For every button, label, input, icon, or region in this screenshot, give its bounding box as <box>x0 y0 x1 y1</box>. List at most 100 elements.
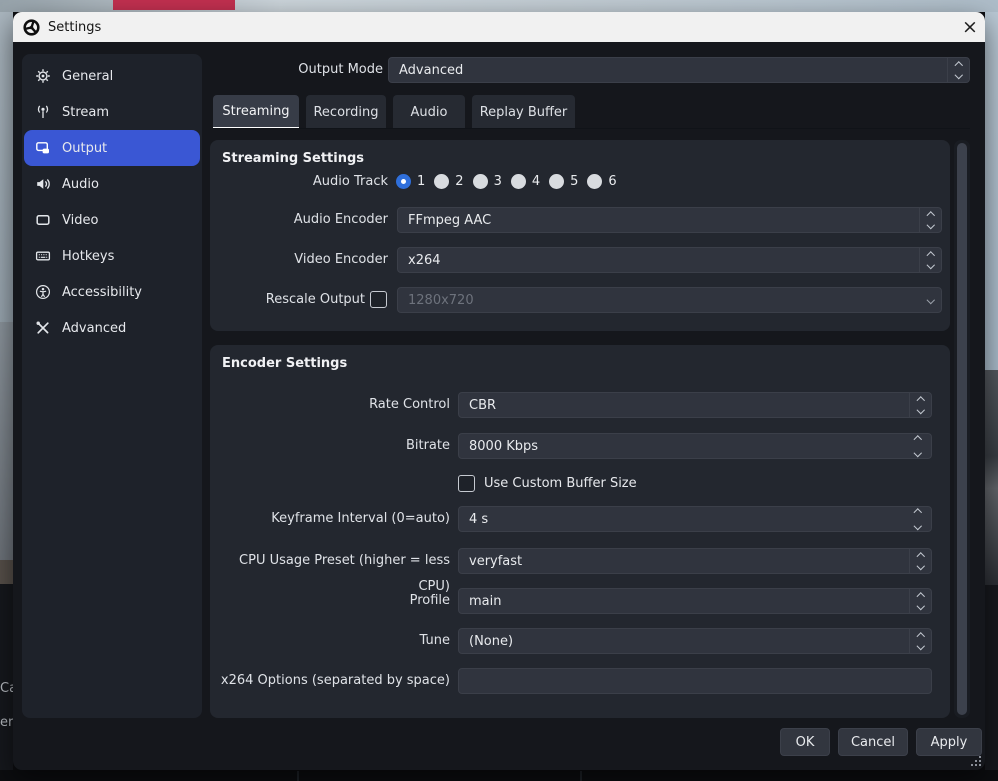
tab-replay-buffer[interactable]: Replay Buffer <box>472 95 575 129</box>
sidebar-item-label: Hotkeys <box>62 249 114 264</box>
desktop-bottom-strip <box>0 770 998 781</box>
bitrate-label: Bitrate <box>214 433 450 459</box>
cpu-preset-label: CPU Usage Preset (higher = less CPU) <box>214 548 450 574</box>
settings-sidebar: General Stream Output Audio <box>22 54 202 718</box>
gear-icon <box>35 68 51 84</box>
streaming-settings-title: Streaming Settings <box>222 151 364 166</box>
radio-label: 1 <box>417 174 425 189</box>
sidebar-item-video[interactable]: Video <box>24 202 200 238</box>
sidebar-item-output[interactable]: Output <box>24 130 200 166</box>
radio-icon <box>473 174 488 189</box>
keyboard-icon <box>35 248 51 264</box>
audio-track-radio-group: 1 2 3 4 5 6 <box>396 174 617 189</box>
sidebar-item-label: Output <box>62 141 107 156</box>
obs-logo-icon <box>23 19 40 36</box>
output-icon <box>35 140 51 156</box>
spinner-arrows-icon[interactable] <box>905 507 931 531</box>
speaker-icon <box>35 176 51 192</box>
keyframe-interval-value: 4 s <box>469 512 488 527</box>
scrollbar-thumb[interactable] <box>957 143 967 715</box>
tab-streaming[interactable]: Streaming <box>213 95 299 129</box>
title-bar: Settings <box>13 12 985 42</box>
radio-icon <box>549 174 564 189</box>
spinner-arrows-icon[interactable] <box>905 434 931 458</box>
audio-encoder-select[interactable]: FFmpeg AAC <box>397 207 942 233</box>
output-mode-value: Advanced <box>399 63 463 78</box>
radio-label: 6 <box>608 174 616 189</box>
desktop-left-mid <box>0 322 13 560</box>
tab-label: Recording <box>313 105 378 120</box>
tune-select[interactable]: (None) <box>458 628 932 654</box>
sidebar-item-label: General <box>62 69 113 84</box>
desktop-red-bar <box>113 0 235 10</box>
background-text-fragment: Ca <box>0 681 14 696</box>
sidebar-item-stream[interactable]: Stream <box>24 94 200 130</box>
tab-label: Streaming <box>222 104 289 119</box>
tools-icon <box>35 320 51 336</box>
radio-label: 2 <box>455 174 463 189</box>
chevron-updown-icon <box>909 393 931 417</box>
settings-dialog: Settings × General Stream Output <box>13 12 985 770</box>
chevron-updown-icon <box>909 629 931 653</box>
tab-recording[interactable]: Recording <box>306 95 386 129</box>
rescale-output-label: Rescale Output <box>210 287 365 313</box>
radio-label: 3 <box>494 174 502 189</box>
dock-separator <box>580 771 582 781</box>
sidebar-item-audio[interactable]: Audio <box>24 166 200 202</box>
apply-button[interactable]: Apply <box>916 728 982 756</box>
rate-control-label: Rate Control <box>214 392 450 418</box>
audio-track-6[interactable]: 6 <box>587 174 616 189</box>
sidebar-item-accessibility[interactable]: Accessibility <box>24 274 200 310</box>
chevron-down-icon <box>920 288 941 312</box>
rescale-resolution-select[interactable]: 1280x720 <box>397 287 942 313</box>
audio-track-4[interactable]: 4 <box>511 174 540 189</box>
output-mode-label: Output Mode <box>210 57 383 83</box>
radio-icon <box>434 174 449 189</box>
monitor-icon <box>35 212 51 228</box>
desktop-right-photo <box>985 370 998 585</box>
sidebar-item-label: Audio <box>62 177 99 192</box>
cpu-preset-select[interactable]: veryfast <box>458 548 932 574</box>
tab-label: Audio <box>411 105 448 120</box>
close-button[interactable]: × <box>955 12 985 42</box>
audio-track-2[interactable]: 2 <box>434 174 463 189</box>
video-encoder-select[interactable]: x264 <box>397 247 942 273</box>
sidebar-item-general[interactable]: General <box>24 58 200 94</box>
window-title: Settings <box>48 20 101 35</box>
radio-label: 5 <box>570 174 578 189</box>
sidebar-item-advanced[interactable]: Advanced <box>24 310 200 346</box>
chevron-updown-icon <box>919 248 941 272</box>
bitrate-spinbox[interactable]: 8000 Kbps <box>458 433 932 459</box>
desktop-left-photo <box>0 560 13 584</box>
accessibility-icon <box>35 284 51 300</box>
audio-track-1[interactable]: 1 <box>396 174 425 189</box>
resize-grip[interactable] <box>969 754 981 766</box>
ok-button[interactable]: OK <box>780 728 830 756</box>
cpu-preset-value: veryfast <box>469 554 522 569</box>
sidebar-item-hotkeys[interactable]: Hotkeys <box>24 238 200 274</box>
keyframe-interval-label: Keyframe Interval (0=auto) <box>214 506 450 532</box>
tune-label: Tune <box>214 628 450 654</box>
x264-options-input[interactable] <box>458 668 932 694</box>
rate-control-select[interactable]: CBR <box>458 392 932 418</box>
chevron-updown-icon <box>909 549 931 573</box>
profile-select[interactable]: main <box>458 588 932 614</box>
tab-audio[interactable]: Audio <box>393 95 465 129</box>
video-encoder-label: Video Encoder <box>210 247 388 273</box>
sidebar-item-label: Video <box>62 213 98 228</box>
custom-buffer-checkbox[interactable] <box>458 475 475 492</box>
profile-value: main <box>469 594 501 609</box>
output-mode-select[interactable]: Advanced <box>388 57 970 83</box>
audio-track-3[interactable]: 3 <box>473 174 502 189</box>
streaming-settings-panel: Streaming Settings Audio Track 1 2 3 4 5… <box>210 140 950 331</box>
radio-selected-icon <box>396 174 411 189</box>
broadcast-icon <box>35 104 51 120</box>
cancel-button[interactable]: Cancel <box>838 728 908 756</box>
rescale-resolution-value: 1280x720 <box>408 293 474 308</box>
rescale-output-checkbox[interactable] <box>370 291 387 308</box>
chevron-updown-icon <box>947 58 969 82</box>
audio-track-5[interactable]: 5 <box>549 174 578 189</box>
keyframe-interval-spinbox[interactable]: 4 s <box>458 506 932 532</box>
radio-icon <box>511 174 526 189</box>
desktop-left-sky <box>0 12 13 322</box>
